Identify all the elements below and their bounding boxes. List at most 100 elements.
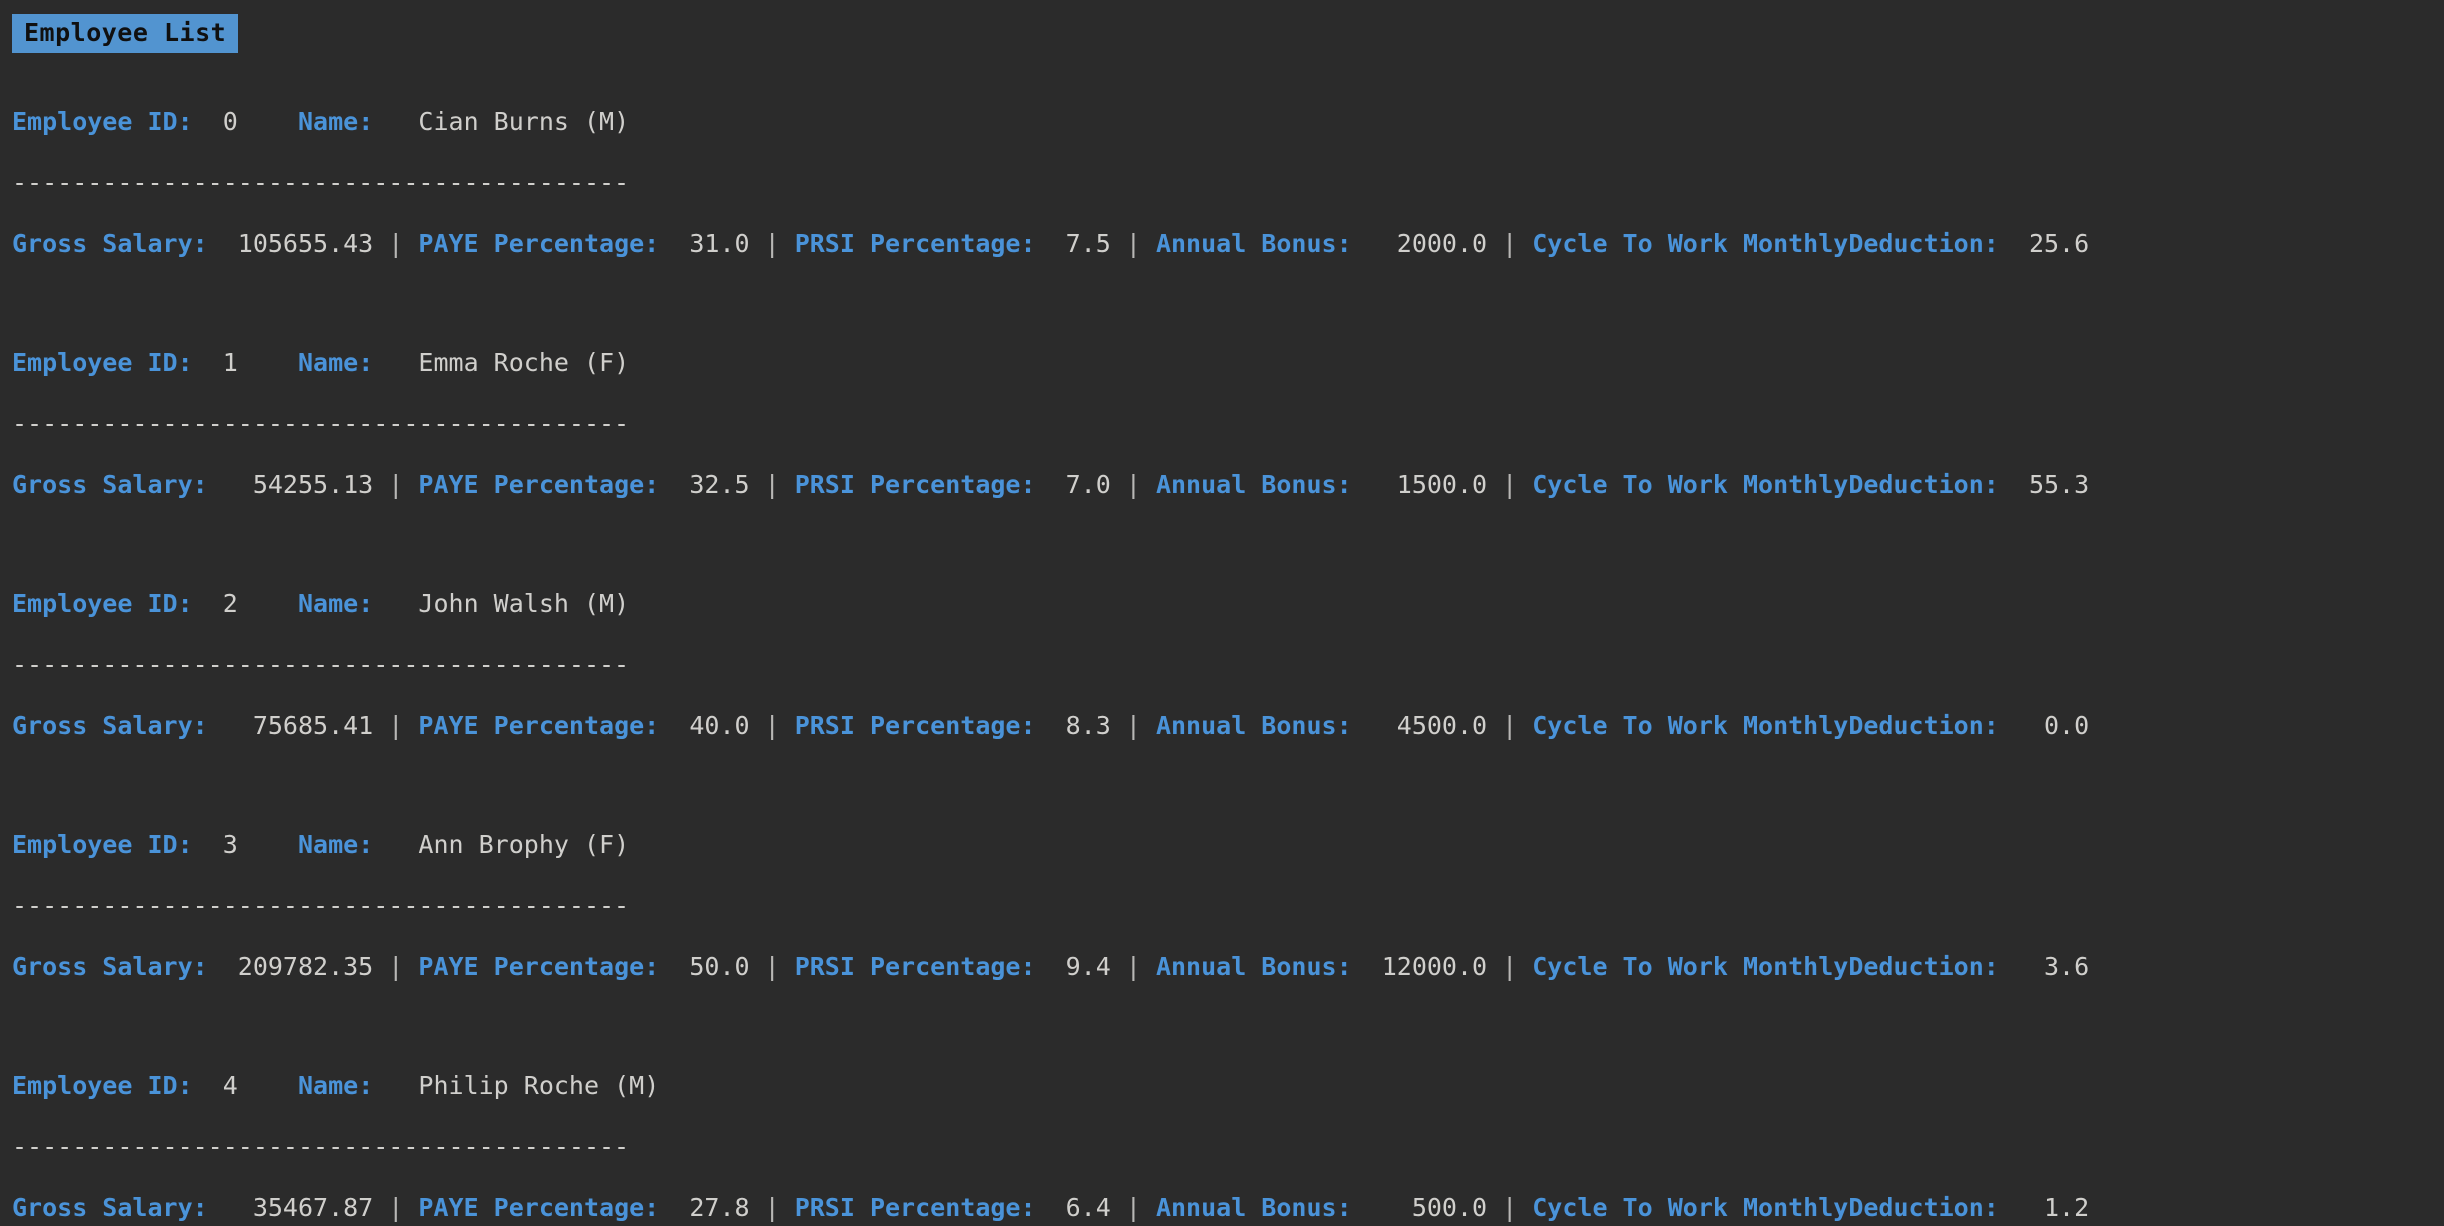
field-divider: | (373, 229, 419, 258)
employee-id-label: Employee ID: (12, 348, 193, 377)
field-divider: | (1110, 952, 1156, 981)
cycle-to-work-label: Cycle To Work MonthlyDeduction: (1532, 229, 1999, 258)
annual-bonus-value: 1500.0 (1351, 470, 1488, 499)
paye-percentage-label: PAYE Percentage: (418, 711, 660, 740)
prsi-percentage-label: PRSI Percentage: (794, 229, 1036, 258)
employee-record: Employee ID: 1 Name: Emma Roche (F) -----… (12, 350, 2444, 503)
field-divider: | (749, 711, 795, 740)
employee-name-value: Emma Roche (F) (373, 348, 630, 377)
field-divider: | (749, 1193, 795, 1222)
gross-salary-value: 209782.35 (207, 952, 374, 981)
record-gap (12, 744, 2444, 800)
identity-gap (238, 107, 298, 136)
employee-id-label: Employee ID: (12, 589, 193, 618)
field-divider: | (749, 229, 795, 258)
field-divider: | (1110, 470, 1156, 499)
employee-id-label: Employee ID: (12, 107, 193, 136)
employee-id-label: Employee ID: (12, 830, 193, 859)
header-area: Employee List (0, 0, 2444, 53)
employee-id-label: Employee ID: (12, 1071, 193, 1100)
annual-bonus-value: 4500.0 (1351, 711, 1488, 740)
record-separator: ----------------------------------------… (12, 1134, 2444, 1165)
employee-record-list: Employee ID: 0 Name: Cian Burns (M) -----… (0, 109, 2444, 1226)
employee-record: Employee ID: 2 Name: John Walsh (M) -----… (12, 591, 2444, 744)
employee-record: Employee ID: 4 Name: Philip Roche (M) ---… (12, 1073, 2444, 1226)
field-divider: | (1110, 711, 1156, 740)
field-divider: | (373, 470, 419, 499)
terminal-window: Employee List Employee ID: 0 Name: Cian … (0, 0, 2444, 1220)
record-separator: ----------------------------------------… (12, 652, 2444, 683)
field-divider: | (1487, 470, 1533, 499)
paye-percentage-value: 31.0 (659, 229, 750, 258)
cycle-to-work-label: Cycle To Work MonthlyDeduction: (1532, 1193, 1999, 1222)
employee-payroll-line: Gross Salary: 105655.43 | PAYE Percentag… (12, 231, 2444, 262)
field-divider: | (1110, 1193, 1156, 1222)
field-divider: | (1487, 952, 1533, 981)
gross-salary-label: Gross Salary: (12, 470, 208, 499)
field-divider: | (1110, 229, 1156, 258)
prsi-percentage-value: 9.4 (1035, 952, 1111, 981)
employee-id-value: 4 (192, 1071, 238, 1100)
annual-bonus-label: Annual Bonus: (1155, 470, 1352, 499)
annual-bonus-label: Annual Bonus: (1155, 952, 1352, 981)
paye-percentage-value: 50.0 (659, 952, 750, 981)
annual-bonus-value: 12000.0 (1351, 952, 1488, 981)
employee-payroll-line: Gross Salary: 75685.41 | PAYE Percentage… (12, 713, 2444, 744)
prsi-percentage-value: 8.3 (1035, 711, 1111, 740)
employee-id-value: 2 (192, 589, 238, 618)
field-divider: | (373, 711, 419, 740)
prsi-percentage-label: PRSI Percentage: (794, 470, 1036, 499)
prsi-percentage-value: 6.4 (1035, 1193, 1111, 1222)
paye-percentage-label: PAYE Percentage: (418, 952, 660, 981)
employee-identity-line: Employee ID: 3 Name: Ann Brophy (F) (12, 832, 2444, 863)
gross-salary-value: 105655.43 (207, 229, 374, 258)
separator-dashes: ----------------------------------------… (12, 891, 630, 920)
record-gap-extra (12, 559, 2444, 591)
employee-record: Employee ID: 3 Name: Ann Brophy (F) -----… (12, 832, 2444, 985)
employee-name-value: Cian Burns (M) (373, 107, 630, 136)
paye-percentage-label: PAYE Percentage: (418, 470, 660, 499)
gross-salary-value: 54255.13 (207, 470, 374, 499)
identity-gap (238, 589, 298, 618)
annual-bonus-value: 500.0 (1351, 1193, 1488, 1222)
field-divider: | (373, 1193, 419, 1222)
employee-id-value: 1 (192, 348, 238, 377)
paye-percentage-value: 40.0 (659, 711, 750, 740)
annual-bonus-value: 2000.0 (1351, 229, 1488, 258)
employee-id-value: 0 (192, 107, 238, 136)
cycle-to-work-label: Cycle To Work MonthlyDeduction: (1532, 711, 1999, 740)
annual-bonus-label: Annual Bonus: (1155, 711, 1352, 740)
prsi-percentage-label: PRSI Percentage: (794, 952, 1036, 981)
gross-salary-label: Gross Salary: (12, 711, 208, 740)
annual-bonus-label: Annual Bonus: (1155, 229, 1352, 258)
record-gap-extra (12, 318, 2444, 350)
identity-gap (238, 830, 298, 859)
employee-payroll-line: Gross Salary: 209782.35 | PAYE Percentag… (12, 954, 2444, 985)
cycle-to-work-value: 25.6 (1998, 229, 2090, 258)
field-divider: | (373, 952, 419, 981)
annual-bonus-label: Annual Bonus: (1155, 1193, 1352, 1222)
employee-id-value: 3 (192, 830, 238, 859)
paye-percentage-label: PAYE Percentage: (418, 229, 660, 258)
prsi-percentage-value: 7.5 (1035, 229, 1111, 258)
separator-dashes: ----------------------------------------… (12, 1132, 630, 1161)
field-divider: | (1487, 1193, 1533, 1222)
gross-salary-value: 75685.41 (207, 711, 374, 740)
employee-payroll-line: Gross Salary: 35467.87 | PAYE Percentage… (12, 1195, 2444, 1226)
gross-salary-label: Gross Salary: (12, 1193, 208, 1222)
header-gap (0, 53, 2444, 109)
employee-identity-line: Employee ID: 2 Name: John Walsh (M) (12, 591, 2444, 622)
gross-salary-label: Gross Salary: (12, 229, 208, 258)
gross-salary-value: 35467.87 (207, 1193, 374, 1222)
cycle-to-work-label: Cycle To Work MonthlyDeduction: (1532, 470, 1999, 499)
field-divider: | (1487, 711, 1533, 740)
paye-percentage-label: PAYE Percentage: (418, 1193, 660, 1222)
prsi-percentage-value: 7.0 (1035, 470, 1111, 499)
record-separator: ----------------------------------------… (12, 170, 2444, 201)
